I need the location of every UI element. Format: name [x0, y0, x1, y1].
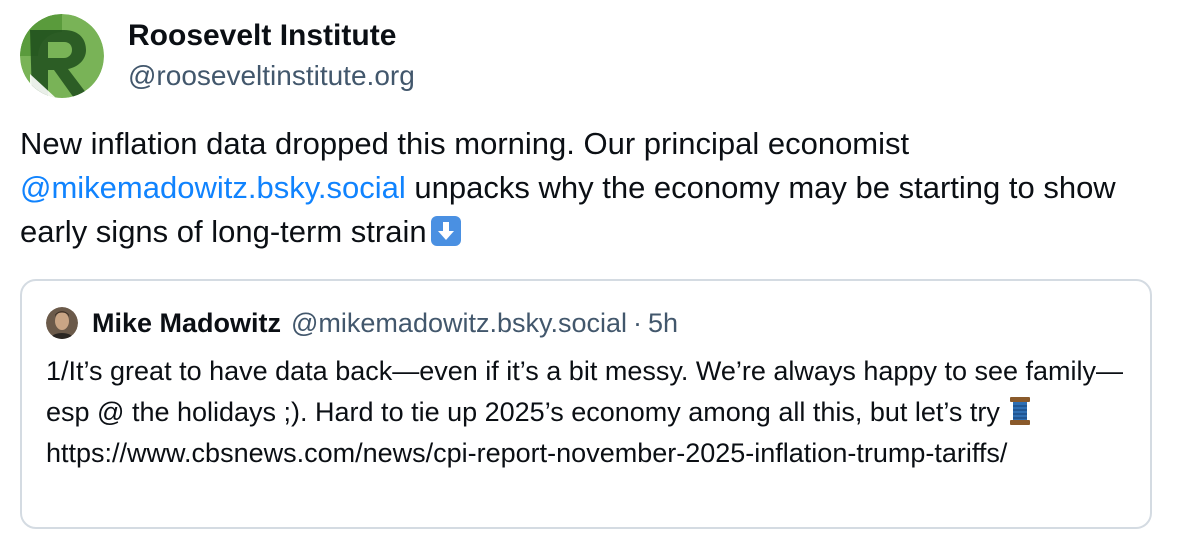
quote-body: 1/It’s great to have data back—even if i… — [46, 351, 1126, 474]
post-body: New inflation data dropped this morning.… — [20, 122, 1160, 254]
down-arrow-emoji-icon — [430, 216, 461, 246]
quote-separator: · — [633, 307, 643, 338]
spool-of-thread-icon — [1009, 396, 1031, 426]
quoted-post-card[interactable]: Mike Madowitz @mikemadowitz.bsky.social … — [20, 279, 1152, 529]
roosevelt-r-logo-icon[interactable] — [20, 14, 104, 98]
quote-author-name[interactable]: Mike Madowitz — [92, 308, 281, 339]
post-text-start: New inflation data dropped this morning.… — [20, 126, 910, 161]
author-handle[interactable]: @rooseveltinstitute.org — [128, 56, 415, 96]
quote-author-handle[interactable]: @mikemadowitz.bsky.social — [291, 308, 627, 339]
quote-header: Mike Madowitz @mikemadowitz.bsky.social … — [46, 307, 678, 339]
author-block: Roosevelt Institute @rooseveltinstitute.… — [128, 16, 415, 96]
profile-photo-icon[interactable] — [46, 307, 78, 339]
quote-link-text[interactable]: https://www.cbsnews.com/news/cpi-report-… — [46, 438, 1007, 468]
mention-link[interactable]: @mikemadowitz.bsky.social — [20, 170, 406, 205]
post-header: Roosevelt Institute @rooseveltinstitute.… — [20, 14, 415, 98]
quote-text-start: 1/It’s great to have data back—even if i… — [46, 356, 1124, 427]
quote-timestamp[interactable]: 5h — [648, 308, 678, 339]
author-display-name[interactable]: Roosevelt Institute — [128, 16, 415, 56]
